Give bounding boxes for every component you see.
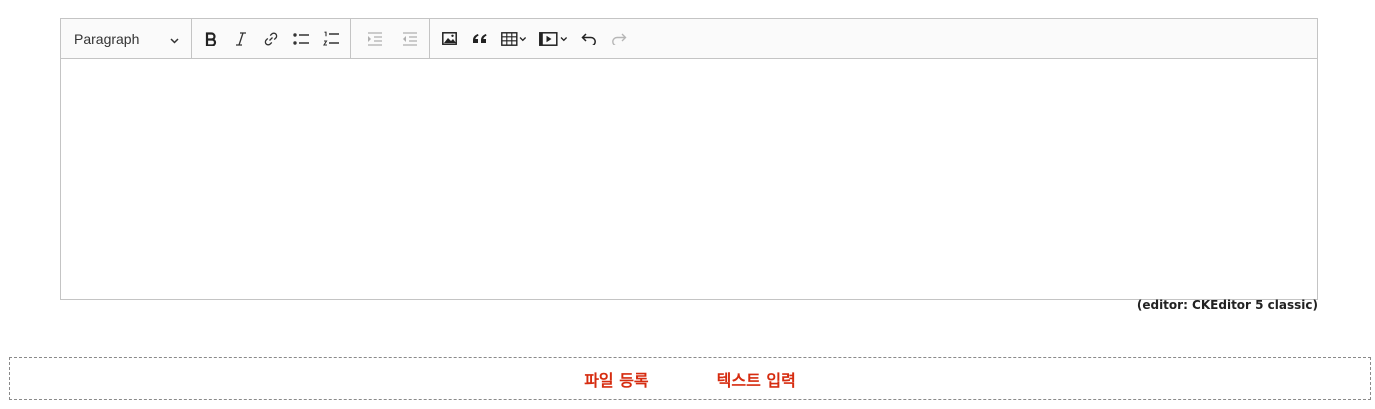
text-input-button[interactable]: 텍스트 입력 <box>717 367 796 391</box>
image-icon <box>441 32 457 45</box>
redo-icon <box>611 33 627 45</box>
redo-button[interactable] <box>604 19 634 59</box>
media-icon <box>539 31 569 46</box>
insert-group <box>430 19 638 59</box>
italic-icon <box>235 31 247 46</box>
decrease-indent-button[interactable] <box>395 19 425 59</box>
bulleted-list-icon <box>292 32 310 46</box>
indent-group <box>351 19 429 59</box>
blockquote-icon <box>472 33 487 44</box>
bold-button[interactable] <box>196 19 226 59</box>
decrease-indent-icon <box>402 31 418 46</box>
action-bar: 파일 등록 텍스트 입력 <box>9 357 1371 400</box>
heading-dropdown[interactable]: Paragraph <box>61 19 191 59</box>
heading-dropdown-label: Paragraph <box>74 30 140 47</box>
increase-indent-icon <box>367 31 383 46</box>
link-icon <box>263 31 279 47</box>
italic-button[interactable] <box>226 19 256 59</box>
link-button[interactable] <box>256 19 286 59</box>
rich-text-editor: Paragraph <box>60 18 1318 300</box>
undo-button[interactable] <box>574 19 604 59</box>
numbered-list-button[interactable] <box>316 19 346 59</box>
editor-toolbar: Paragraph <box>61 18 1317 59</box>
insert-table-button[interactable] <box>494 19 534 59</box>
table-icon <box>501 31 527 46</box>
undo-icon <box>581 32 597 45</box>
editor-content-area[interactable] <box>61 59 1317 299</box>
editor-caption: (editor: CKEditor 5 classic) <box>1136 298 1318 312</box>
blockquote-button[interactable] <box>464 19 494 59</box>
numbered-list-icon <box>322 31 340 46</box>
insert-media-button[interactable] <box>534 19 574 59</box>
insert-image-button[interactable] <box>434 19 464 59</box>
file-upload-button[interactable]: 파일 등록 <box>584 367 648 391</box>
increase-indent-button[interactable] <box>355 19 395 59</box>
chevron-down-icon <box>170 31 179 47</box>
bold-icon <box>204 31 218 46</box>
bulleted-list-button[interactable] <box>286 19 316 59</box>
formatting-group <box>192 19 350 59</box>
